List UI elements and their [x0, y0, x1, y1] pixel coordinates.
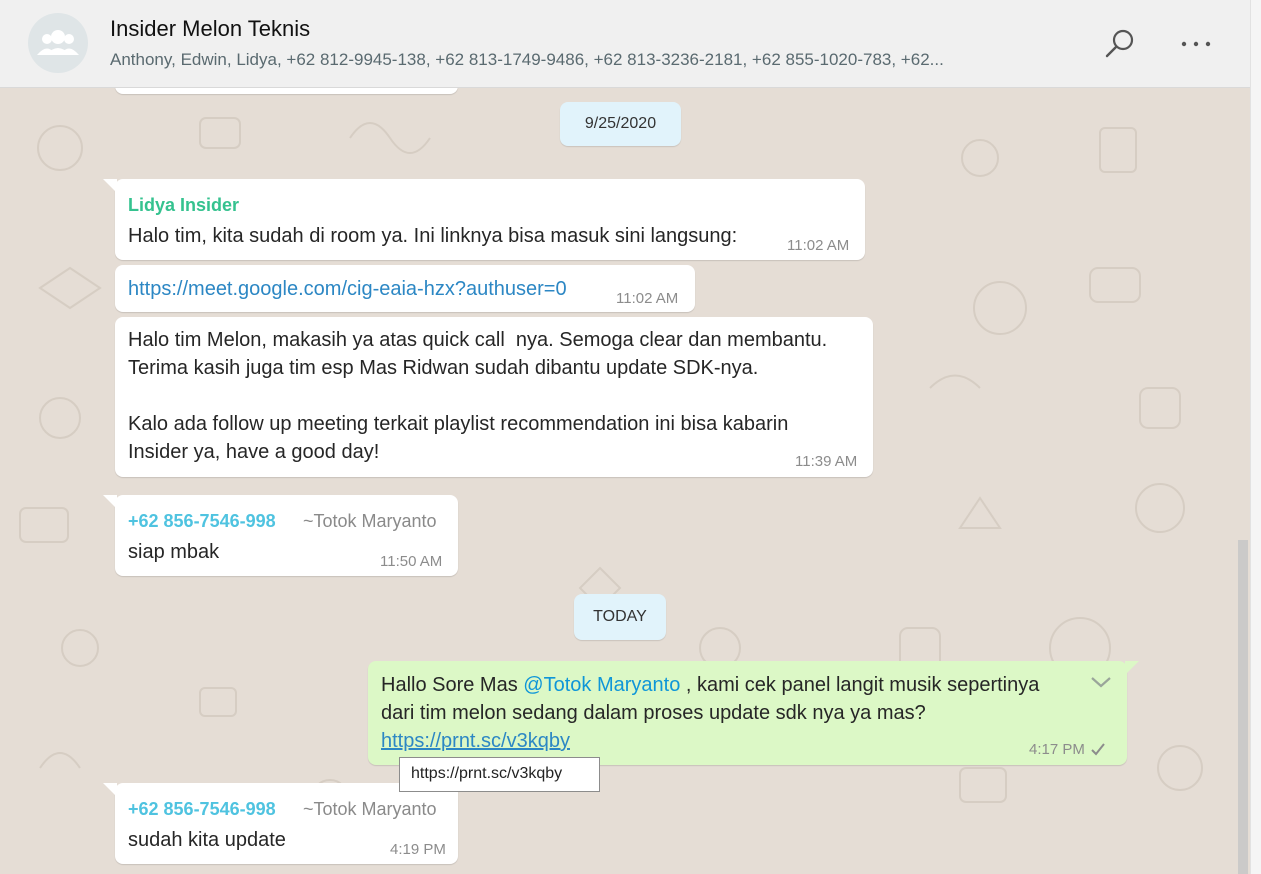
message-link[interactable]: https://meet.google.com/cig-eaia-hzx?aut…: [128, 275, 567, 303]
message-link[interactable]: https://prnt.sc/v3kqby: [381, 727, 570, 755]
chat-area[interactable]: 9/25/2020 Lidya Insider Halo tim, kita s…: [0, 88, 1250, 874]
scrollbar-track[interactable]: [1250, 0, 1261, 874]
sender-alias: ~Totok Maryanto: [303, 511, 437, 531]
message-text-line: Hallo Sore Mas @Totok Maryanto , kami ce…: [381, 674, 1040, 696]
more-options-icon[interactable]: [1178, 26, 1214, 62]
message-text-line: dari tim melon sedang dalam proses updat…: [381, 702, 926, 724]
message-bubble[interactable]: Lidya Insider Halo tim, kita sudah di ro…: [115, 179, 865, 260]
message-bubble[interactable]: https://meet.google.com/cig-eaia-hzx?aut…: [115, 265, 695, 312]
search-icon[interactable]: [1102, 26, 1138, 62]
bubble-tail: [103, 495, 117, 509]
message-text: Halo tim, kita sudah di room ya. Ini lin…: [128, 225, 738, 247]
bubble-tail: [103, 783, 117, 797]
group-avatar-icon[interactable]: [28, 13, 88, 73]
message-text: sudah kita update: [128, 829, 286, 851]
message-time: 11:39 AM: [795, 453, 858, 470]
message-text-line: Terima kasih juga tim esp Mas Ridwan sud…: [128, 357, 759, 379]
sender-phone[interactable]: +62 856-7546-998: [128, 511, 276, 532]
scrollbar-thumb[interactable]: [1238, 540, 1248, 874]
chat-header[interactable]: Insider Melon Teknis Anthony, Edwin, Lid…: [0, 0, 1250, 88]
bubble-tail: [1125, 661, 1139, 675]
message-bubble[interactable]: +62 856-7546-998 ~Totok Maryanto siap mb…: [115, 495, 458, 576]
single-check-icon: [1090, 742, 1106, 756]
date-chip: 9/25/2020: [560, 102, 681, 146]
message-time: 4:19 PM: [390, 841, 446, 858]
sender-alias: ~Totok Maryanto: [303, 799, 437, 819]
message-time: 4:17 PM: [1029, 741, 1085, 758]
message-bubble[interactable]: Halo tim Melon, makasih ya atas quick ca…: [115, 317, 873, 477]
message-text-line: Halo tim Melon, makasih ya atas quick ca…: [128, 329, 828, 351]
mention-link[interactable]: @Totok Maryanto: [523, 674, 680, 696]
link-tooltip: https://prnt.sc/v3kqby: [399, 757, 600, 792]
message-time: 11:02 AM: [616, 290, 679, 307]
bubble-tail: [103, 179, 117, 193]
sender-phone[interactable]: +62 856-7546-998: [128, 799, 276, 820]
date-chip-today: TODAY: [574, 594, 666, 640]
message-bubble[interactable]: +62 856-7546-998 ~Totok Maryanto sudah k…: [115, 783, 458, 864]
previous-message-bubble: [115, 88, 458, 94]
outgoing-message-bubble[interactable]: Hallo Sore Mas @Totok Maryanto , kami ce…: [368, 661, 1127, 765]
message-text-line: Insider ya, have a good day!: [128, 441, 380, 463]
chat-members-list[interactable]: Anthony, Edwin, Lidya, +62 812-9945-138,…: [110, 50, 1060, 70]
chevron-down-icon[interactable]: [1088, 669, 1114, 695]
message-time: 11:02 AM: [787, 237, 850, 254]
message-text-line: Kalo ada follow up meeting terkait playl…: [128, 413, 789, 435]
message-text: siap mbak: [128, 541, 220, 563]
message-time: 11:50 AM: [380, 553, 443, 570]
chat-title[interactable]: Insider Melon Teknis: [110, 16, 310, 42]
sender-name[interactable]: Lidya Insider: [128, 195, 239, 216]
